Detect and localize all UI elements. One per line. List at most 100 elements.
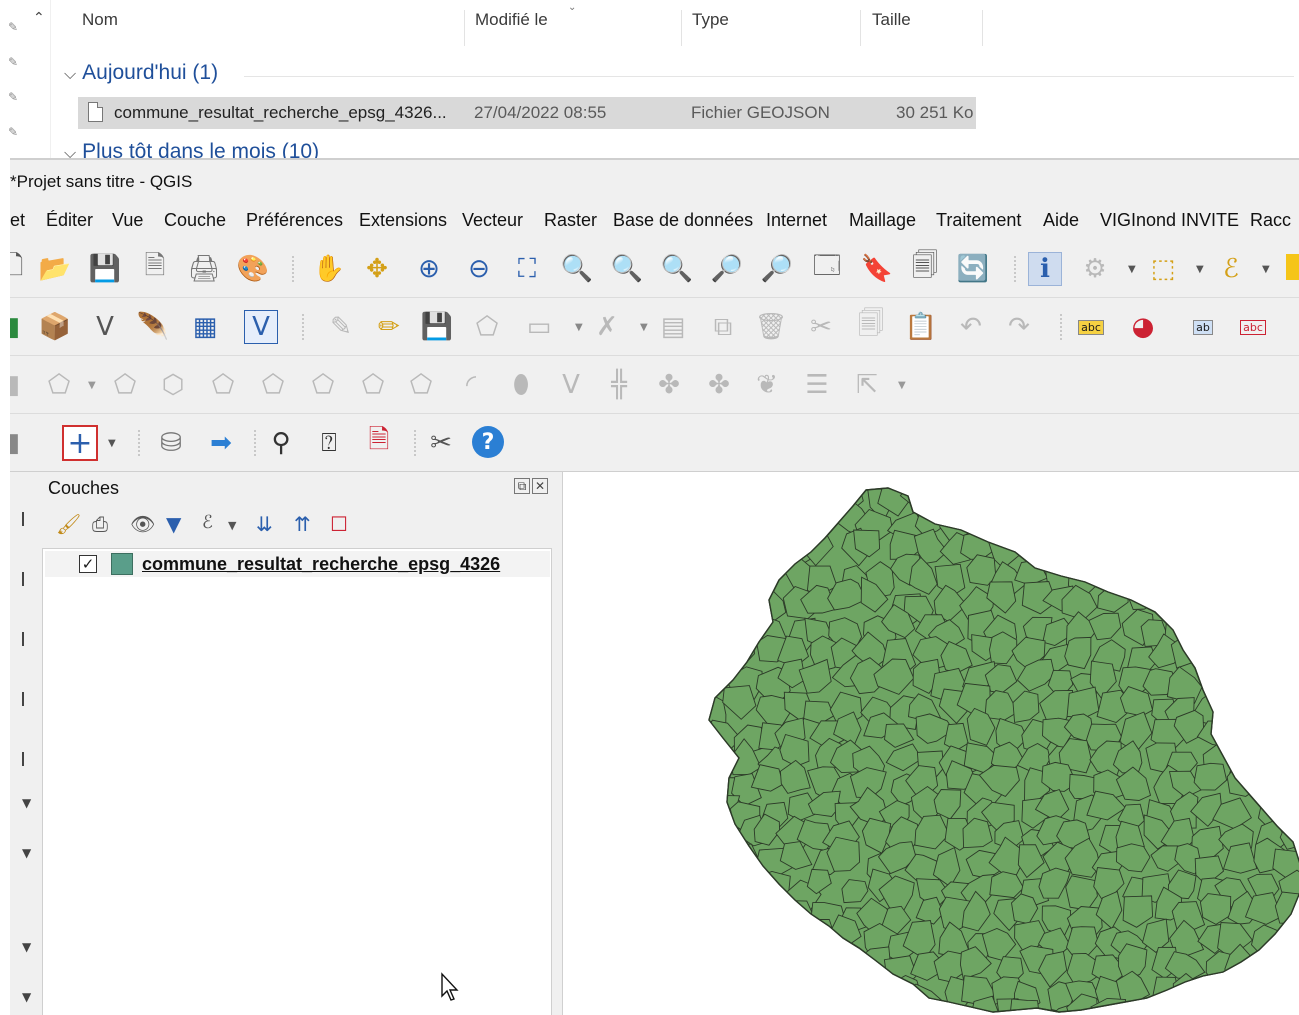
- bookmark-icon[interactable]: 🗐: [908, 251, 942, 286]
- menu-item-editer[interactable]: Éditer: [46, 210, 93, 231]
- select-features-icon[interactable]: ⬚: [1146, 252, 1180, 286]
- zoom-out-icon[interactable]: ⊖: [462, 252, 496, 286]
- dropdown-arrow-icon[interactable]: ▼: [898, 380, 906, 391]
- toggle-editing-pencil-icon[interactable]: ✏: [372, 310, 406, 344]
- dropdown-arrow-icon[interactable]: ▼: [1262, 264, 1270, 275]
- pdf-export-icon[interactable]: 🗎: [362, 425, 396, 460]
- zoom-to-selection-icon[interactable]: 🔍: [560, 252, 594, 286]
- offset-point-icon[interactable]: ☰: [800, 368, 834, 402]
- menu-item-raster[interactable]: Raster: [544, 210, 597, 231]
- menu-item-raccourcis[interactable]: Racc: [1250, 210, 1291, 231]
- new-geopackage-icon[interactable]: 📦: [38, 310, 72, 344]
- column-separator[interactable]: [681, 10, 682, 46]
- print-layout-icon[interactable]: 🖨: [187, 252, 221, 286]
- column-header-modified[interactable]: Modifié le: [475, 10, 548, 44]
- zoom-to-layer-icon[interactable]: 🔍: [610, 252, 644, 286]
- identify-features-icon[interactable]: ℹ: [1028, 252, 1062, 286]
- undo-icon[interactable]: ↶: [954, 310, 988, 344]
- pin-icon[interactable]: ✎: [8, 20, 18, 34]
- menu-item-extensions[interactable]: Extensions: [359, 210, 447, 231]
- delete-selected-icon[interactable]: 🗑: [754, 310, 788, 344]
- cut-features-icon[interactable]: ✂: [804, 310, 838, 344]
- zoom-full-icon[interactable]: ⛶: [510, 252, 544, 286]
- save-icon[interactable]: 💾: [88, 252, 122, 286]
- column-header-type[interactable]: Type: [692, 10, 729, 44]
- column-separator[interactable]: [860, 10, 861, 46]
- new-project-icon[interactable]: 🗋: [10, 251, 30, 286]
- actions-gear-icon[interactable]: ⚙: [1078, 252, 1112, 286]
- dropdown-arrow-icon[interactable]: ▼: [22, 846, 31, 860]
- expand-all-icon[interactable]: ⇊: [256, 512, 273, 536]
- whats-this-icon[interactable]: ⍰: [312, 426, 346, 460]
- copy-features-icon[interactable]: ⧉: [706, 310, 740, 344]
- redo-icon[interactable]: ↷: [1002, 310, 1036, 344]
- pin-icon[interactable]: ✎: [8, 90, 18, 104]
- menu-item-viginond[interactable]: VIGInond INVITE: [1100, 210, 1239, 231]
- toolbar-grip[interactable]: [302, 314, 306, 340]
- menu-item-maillage[interactable]: Maillage: [849, 210, 916, 231]
- save-as-icon[interactable]: 🗎: [138, 251, 172, 286]
- merge-features-icon[interactable]: ✤: [652, 368, 686, 402]
- dropdown-arrow-icon[interactable]: ▼: [1196, 264, 1204, 275]
- diagram-options-icon[interactable]: ◕: [1126, 310, 1160, 344]
- menu-item-projet[interactable]: et: [10, 210, 25, 231]
- menu-item-vue[interactable]: Vue: [112, 210, 143, 231]
- map-canvas[interactable]: [562, 472, 1299, 1015]
- column-separator[interactable]: [464, 10, 465, 46]
- labeling-abc-icon[interactable]: abc: [1074, 310, 1108, 344]
- column-header-name[interactable]: Nom: [82, 10, 118, 44]
- delete-part-icon[interactable]: ⬠: [356, 368, 390, 402]
- add-group-icon[interactable]: ⎙: [92, 512, 108, 536]
- expression-select-icon[interactable]: ℰ: [1214, 252, 1248, 286]
- add-polygon-icon[interactable]: ⬠: [470, 310, 504, 344]
- file-row[interactable]: commune_resultat_recherche_epsg_4326... …: [78, 97, 976, 129]
- dropdown-arrow-icon[interactable]: ▼: [22, 796, 31, 810]
- column-header-size[interactable]: Taille: [872, 10, 911, 44]
- scroll-up-icon[interactable]: ⌃: [33, 10, 45, 26]
- copy-icon[interactable]: 🗐: [854, 309, 888, 344]
- split-features-icon[interactable]: V: [554, 368, 588, 402]
- layer-row[interactable]: ✓ commune_resultat_recherche_epsg_4326: [45, 551, 550, 577]
- group-header-today[interactable]: ⌵ Aujourd'hui (1): [64, 61, 1294, 85]
- highlight-labels-icon[interactable]: abc: [1236, 310, 1270, 344]
- style-manager-icon[interactable]: 🎨: [236, 252, 270, 286]
- float-panel-icon[interactable]: ⧉: [514, 478, 530, 494]
- zoom-next-icon[interactable]: 🔎: [760, 252, 794, 286]
- temporal-controller-icon[interactable]: 🔖: [860, 252, 894, 286]
- pan-to-selection-icon[interactable]: ✥: [360, 252, 394, 286]
- split-parts-icon[interactable]: ╬: [602, 368, 636, 402]
- arrow-right-icon[interactable]: ➡: [204, 426, 238, 460]
- filter-funnel-icon[interactable]: ▼: [166, 512, 181, 536]
- zoom-native-icon[interactable]: 🔍: [660, 252, 694, 286]
- menu-item-base-de-donnees[interactable]: Base de données: [613, 210, 753, 231]
- new-spatialite-icon[interactable]: 🪶: [136, 310, 170, 344]
- pin-labels-icon[interactable]: ab: [1186, 310, 1220, 344]
- delete-ring-icon[interactable]: ⬠: [306, 368, 340, 402]
- toolbar-grip[interactable]: [1060, 314, 1064, 340]
- dropdown-arrow-icon[interactable]: ▼: [228, 519, 236, 532]
- paste-icon[interactable]: 📋: [904, 310, 938, 344]
- pin-icon[interactable]: ✎: [8, 55, 18, 69]
- add-layer-plus-icon[interactable]: +: [62, 425, 98, 461]
- new-shapefile-icon[interactable]: V: [88, 310, 122, 344]
- toolbar-grip[interactable]: [414, 430, 418, 456]
- menu-item-vecteur[interactable]: Vecteur: [462, 210, 523, 231]
- help-question-icon[interactable]: ?: [472, 426, 504, 458]
- toolbar-grip[interactable]: [1014, 256, 1018, 282]
- column-separator[interactable]: [982, 10, 983, 46]
- trim-extend-icon[interactable]: ⇱: [850, 368, 884, 402]
- reverse-line-icon[interactable]: ⬮: [504, 368, 538, 402]
- digitize-shape-icon[interactable]: ▭: [522, 310, 556, 344]
- ruler-icon[interactable]: ▮: [10, 368, 30, 402]
- database-icon[interactable]: ⛁: [154, 426, 188, 460]
- zoom-last-icon[interactable]: 🔎: [710, 252, 744, 286]
- layer-name[interactable]: commune_resultat_recherche_epsg_4326: [142, 554, 500, 575]
- dropdown-arrow-icon[interactable]: ▼: [22, 940, 31, 954]
- menu-item-aide[interactable]: Aide: [1043, 210, 1079, 231]
- remove-layer-icon[interactable]: ☐: [330, 512, 348, 536]
- modify-attributes-icon[interactable]: ▤: [656, 310, 690, 344]
- dropdown-arrow-icon[interactable]: ▼: [640, 322, 648, 333]
- menu-item-preferences[interactable]: Préférences: [246, 210, 343, 231]
- offset-curve-icon[interactable]: ◜: [454, 368, 488, 402]
- pan-hand-icon[interactable]: ✋: [312, 252, 346, 286]
